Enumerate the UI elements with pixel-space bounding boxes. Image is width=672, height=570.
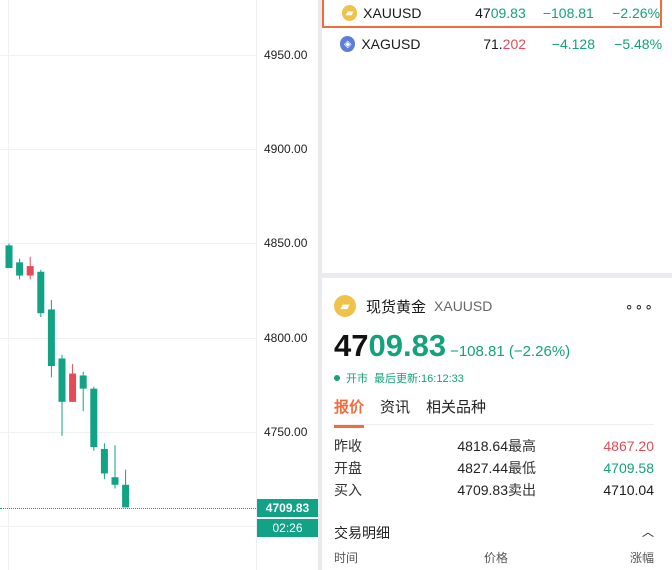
- quote-label: 开盘: [334, 460, 362, 476]
- market-status: 开市 最后更新:16:12:33: [334, 370, 654, 386]
- candle-body: [16, 262, 24, 276]
- watchlist-symbol: XAUUSD: [363, 5, 422, 21]
- axis-tick-label: 4900.00: [264, 142, 308, 156]
- watchlist-row-xauusd[interactable]: ▰ XAUUSD 4709.83 −108.81 −2.26%: [322, 0, 662, 28]
- column-header-change: 涨幅: [629, 551, 654, 565]
- column-header-time: 时间: [334, 551, 359, 565]
- axis-tick-label: 4950.00: [264, 48, 308, 62]
- quote-value: 4709.83: [457, 482, 508, 498]
- candle-body: [90, 388, 98, 448]
- candle-body: [69, 373, 77, 402]
- watchlist-price: 71.202: [483, 36, 527, 52]
- quote-row: 昨收 4818.64 最高 4867.20: [334, 435, 654, 457]
- axis-tick-label: 4800.00: [264, 331, 308, 345]
- quote-row: 开盘 4827.44 最低 4709.58: [334, 457, 654, 479]
- detail-tabs: 报价 资讯 相关品种: [334, 396, 654, 428]
- quote-value: 4709.58: [603, 460, 654, 476]
- tab-news[interactable]: 资讯: [380, 396, 410, 424]
- gold-bar-icon: ▰: [334, 295, 356, 317]
- quote-label: 最高: [508, 438, 536, 454]
- column-header-price: 价格: [484, 551, 509, 565]
- candle-body: [122, 484, 130, 508]
- pane-divider[interactable]: [322, 273, 672, 278]
- quote-table: 昨收 4818.64 最高 4867.20 开盘 4827.44 最低 4709…: [334, 435, 654, 501]
- right-pane: ▰ XAUUSD 4709.83 −108.81 −2.26% ◈ XAGUSD…: [322, 0, 672, 570]
- status-dot-icon: [334, 375, 340, 381]
- current-price-line: [0, 508, 256, 509]
- silver-coin-icon: ◈: [340, 36, 356, 52]
- last-updated: 最后更新:16:12:33: [374, 373, 464, 385]
- symbol-name: 现货黄金: [366, 298, 427, 316]
- candle-body: [26, 266, 34, 276]
- quote-label: 卖出: [508, 482, 536, 498]
- axis-tick-label: 4850.00: [264, 236, 308, 250]
- candle-body: [79, 375, 87, 389]
- watchlist-row-xagusd[interactable]: ◈ XAGUSD 71.202 −4.128 −5.48%: [322, 29, 662, 59]
- candlestick-chart[interactable]: [0, 0, 256, 570]
- quote-label: 买入: [334, 482, 362, 498]
- watchlist-pct: −5.48%: [614, 36, 663, 52]
- symbol-code: XAUUSD: [434, 298, 493, 314]
- price-change: −108.81 (−2.26%): [450, 343, 571, 360]
- watchlist-pct: −2.26%: [612, 5, 661, 21]
- quote-value: 4827.44: [457, 460, 508, 476]
- trade-details-title: 交易明细: [334, 525, 390, 541]
- more-options-icon[interactable]: ∘∘∘: [625, 298, 654, 315]
- candle-countdown: 02:26: [257, 519, 318, 537]
- candle-body: [47, 309, 55, 367]
- candles: [5, 243, 130, 508]
- candle-body: [111, 477, 119, 485]
- trade-table-header: 时间 价格 涨幅: [334, 549, 654, 566]
- watchlist-change: −108.81: [542, 5, 594, 21]
- quote-label: 最低: [508, 460, 536, 476]
- candle-body: [100, 448, 108, 474]
- watchlist-change: −4.128: [551, 36, 595, 52]
- quote-value: 4818.64: [457, 438, 508, 454]
- quote-value: 4710.04: [603, 482, 654, 498]
- candle-body: [37, 271, 45, 314]
- quote-value: 4867.20: [603, 438, 654, 454]
- trade-details-header[interactable]: 交易明细 ︿: [334, 523, 654, 543]
- watchlist-price: 4709.83: [475, 5, 526, 21]
- price-axis[interactable]: [256, 0, 319, 570]
- quote-label: 昨收: [334, 438, 362, 454]
- detail-header: ▰ 现货黄金 XAUUSD ∘∘∘: [334, 290, 654, 322]
- tab-related[interactable]: 相关品种: [426, 396, 486, 424]
- quote-row: 买入 4709.83 卖出 4710.04: [334, 479, 654, 501]
- status-text: 开市: [346, 373, 368, 385]
- chevron-up-icon[interactable]: ︿: [642, 523, 654, 543]
- axis-tick-label: 4750.00: [264, 425, 308, 439]
- gold-coin-icon: ▰: [342, 5, 358, 21]
- tab-quote[interactable]: 报价: [334, 396, 365, 428]
- symbol-detail: ▰ 现货黄金 XAUUSD ∘∘∘ 47 09.83 −108.81 (−2.26…: [334, 290, 654, 566]
- candle-body: [5, 245, 13, 269]
- candle-body: [58, 358, 66, 402]
- current-price-tag: 4709.83: [257, 499, 318, 517]
- last-price: 47 09.83 −108.81 (−2.26%): [334, 328, 571, 363]
- watchlist-symbol: XAGUSD: [361, 36, 421, 52]
